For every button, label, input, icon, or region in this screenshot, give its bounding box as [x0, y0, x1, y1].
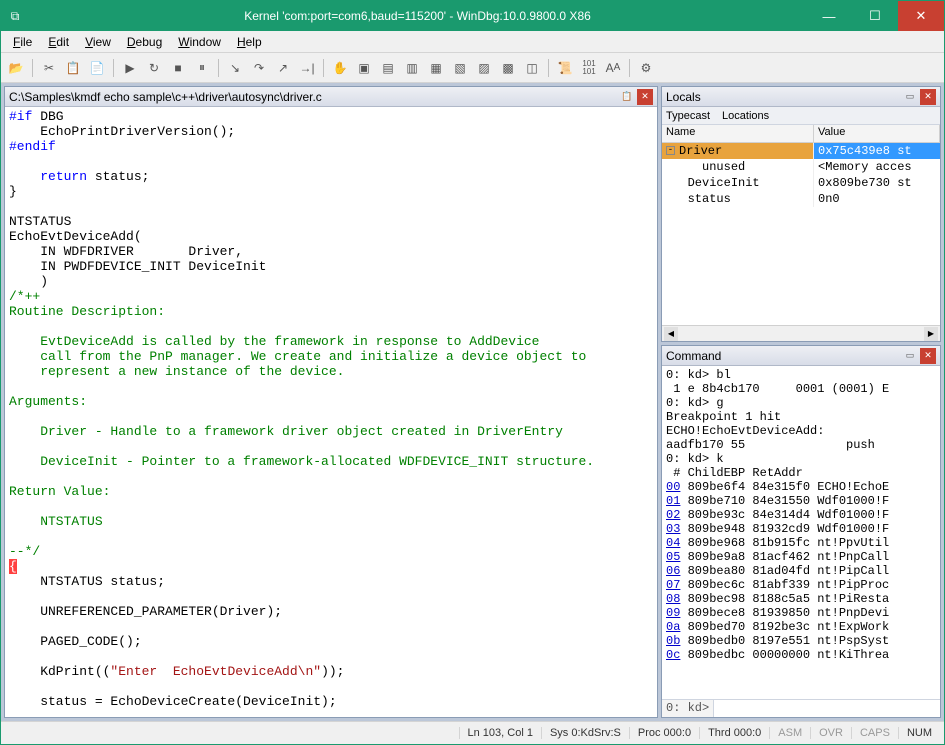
stack-frame-link[interactable]: 0a	[666, 620, 680, 634]
status-line-col: Ln 103, Col 1	[459, 727, 541, 739]
locals-row[interactable]: DeviceInit0x809be730 st	[662, 175, 940, 191]
stack-frame-link[interactable]: 07	[666, 578, 680, 592]
stack-frame-link[interactable]: 03	[666, 522, 680, 536]
stack-frame-link[interactable]: 04	[666, 536, 680, 550]
source-close-icon[interactable]: ✕	[637, 89, 653, 105]
step-out-icon[interactable]: ↗	[272, 57, 294, 79]
bytes-icon[interactable]: 101101	[578, 57, 600, 79]
command-input[interactable]	[714, 700, 940, 717]
command-output[interactable]: 0: kd> bl 1 e 8b4cb170 0001 (0001) E0: k…	[662, 366, 940, 699]
locals-pane: Locals ▭ ✕ Typecast Locations Name Value…	[661, 86, 941, 342]
stack-frame-link[interactable]: 09	[666, 606, 680, 620]
stack-frame-link[interactable]: 08	[666, 592, 680, 606]
go-icon[interactable]: ▶	[119, 57, 141, 79]
source-pane: C:\Samples\kmdf echo sample\c++\driver\a…	[4, 86, 658, 718]
stack-frame-link[interactable]: 01	[666, 494, 680, 508]
maximize-button[interactable]: ☐	[852, 1, 898, 31]
command-prompt: 0: kd>	[662, 700, 714, 717]
window-title: Kernel 'com:port=com6,baud=115200' - Win…	[29, 9, 806, 23]
col-name[interactable]: Name	[662, 125, 814, 142]
status-ovr: OVR	[810, 727, 851, 739]
current-line-marker: {	[9, 559, 17, 574]
menu-file[interactable]: File	[5, 33, 40, 51]
break-icon[interactable]: ⏸	[191, 57, 213, 79]
col-value[interactable]: Value	[814, 125, 940, 142]
command-close-icon[interactable]: ✕	[920, 348, 936, 364]
locals-hscroll[interactable]: ◀ ▶	[662, 325, 940, 341]
source-options-icon[interactable]: 📋	[619, 89, 635, 105]
app-icon: ⧉	[1, 9, 29, 24]
minimize-button[interactable]: —	[806, 1, 852, 31]
locals-row[interactable]: unused<Memory acces	[662, 159, 940, 175]
open-icon[interactable]: 📂	[5, 57, 27, 79]
font-icon[interactable]: AA	[602, 57, 624, 79]
step-over-icon[interactable]: ↷	[248, 57, 270, 79]
source-mode-icon[interactable]: 📜	[554, 57, 576, 79]
locals-title: Locals	[666, 90, 900, 104]
locals-window-icon[interactable]: ▥	[401, 57, 423, 79]
command-window-icon[interactable]: ▣	[353, 57, 375, 79]
titlebar: ⧉ Kernel 'com:port=com6,baud=115200' - W…	[1, 1, 944, 31]
locals-columns: Name Value	[662, 125, 940, 143]
locals-row[interactable]: -Driver0x75c439e8 st	[662, 143, 940, 159]
menu-edit[interactable]: Edit	[40, 33, 77, 51]
command-title: Command	[666, 349, 900, 363]
status-thrd: Thrd 000:0	[699, 727, 769, 739]
command-input-row: 0: kd>	[662, 699, 940, 717]
menu-debug[interactable]: Debug	[119, 33, 170, 51]
paste-icon[interactable]: 📄	[86, 57, 108, 79]
command-options-icon[interactable]: ▭	[902, 348, 918, 364]
stack-frame-link[interactable]: 05	[666, 550, 680, 564]
calls-window-icon[interactable]: ▨	[473, 57, 495, 79]
source-body[interactable]: #if DBG EchoPrintDriverVersion(); #endif…	[5, 107, 657, 717]
cut-icon[interactable]: ✂	[38, 57, 60, 79]
locals-row[interactable]: status0n0	[662, 191, 940, 207]
restart-icon[interactable]: ↻	[143, 57, 165, 79]
scratch-window-icon[interactable]: ◫	[521, 57, 543, 79]
menu-window[interactable]: Window	[170, 33, 229, 51]
run-to-cursor-icon[interactable]: →|	[296, 57, 318, 79]
stop-icon[interactable]: ■	[167, 57, 189, 79]
typecast-button[interactable]: Typecast	[666, 110, 710, 122]
stack-frame-link[interactable]: 0c	[666, 648, 680, 662]
locals-toolbar: Typecast Locations	[662, 107, 940, 125]
menu-view[interactable]: View	[77, 33, 119, 51]
menubar: File Edit View Debug Window Help	[1, 31, 944, 53]
watch-window-icon[interactable]: ▤	[377, 57, 399, 79]
toolbar: 📂 ✂ 📋 📄 ▶ ↻ ■ ⏸ ↘ ↷ ↗ →| ✋ ▣ ▤ ▥ ▦ ▧ ▨ ▩…	[1, 53, 944, 83]
scroll-right-icon[interactable]: ▶	[924, 327, 938, 341]
status-sys: Sys 0:KdSrv:S	[541, 727, 629, 739]
status-asm: ASM	[769, 727, 810, 739]
stack-frame-link[interactable]: 00	[666, 480, 680, 494]
registers-window-icon[interactable]: ▦	[425, 57, 447, 79]
stack-frame-link[interactable]: 0b	[666, 634, 680, 648]
memory-window-icon[interactable]: ▧	[449, 57, 471, 79]
workspace: C:\Samples\kmdf echo sample\c++\driver\a…	[1, 83, 944, 721]
stack-frame-link[interactable]: 02	[666, 508, 680, 522]
locals-options-icon[interactable]: ▭	[902, 89, 918, 105]
scroll-left-icon[interactable]: ◀	[664, 327, 678, 341]
disasm-window-icon[interactable]: ▩	[497, 57, 519, 79]
options-icon[interactable]: ⚙	[635, 57, 657, 79]
close-button[interactable]: ✕	[898, 1, 944, 31]
statusbar: Ln 103, Col 1 Sys 0:KdSrv:S Proc 000:0 T…	[1, 721, 944, 743]
locations-button[interactable]: Locations	[722, 110, 769, 122]
command-pane: Command ▭ ✕ 0: kd> bl 1 e 8b4cb170 0001 …	[661, 345, 941, 718]
status-caps: CAPS	[851, 727, 898, 739]
breakpoint-icon[interactable]: ✋	[329, 57, 351, 79]
source-path: C:\Samples\kmdf echo sample\c++\driver\a…	[9, 90, 617, 104]
locals-close-icon[interactable]: ✕	[920, 89, 936, 105]
step-into-icon[interactable]: ↘	[224, 57, 246, 79]
status-proc: Proc 000:0	[629, 727, 699, 739]
copy-icon[interactable]: 📋	[62, 57, 84, 79]
stack-frame-link[interactable]: 06	[666, 564, 680, 578]
locals-body[interactable]: -Driver0x75c439e8 st unused<Memory acces…	[662, 143, 940, 325]
expand-icon[interactable]: -	[666, 146, 675, 155]
menu-help[interactable]: Help	[229, 33, 270, 51]
status-num: NUM	[898, 727, 940, 739]
